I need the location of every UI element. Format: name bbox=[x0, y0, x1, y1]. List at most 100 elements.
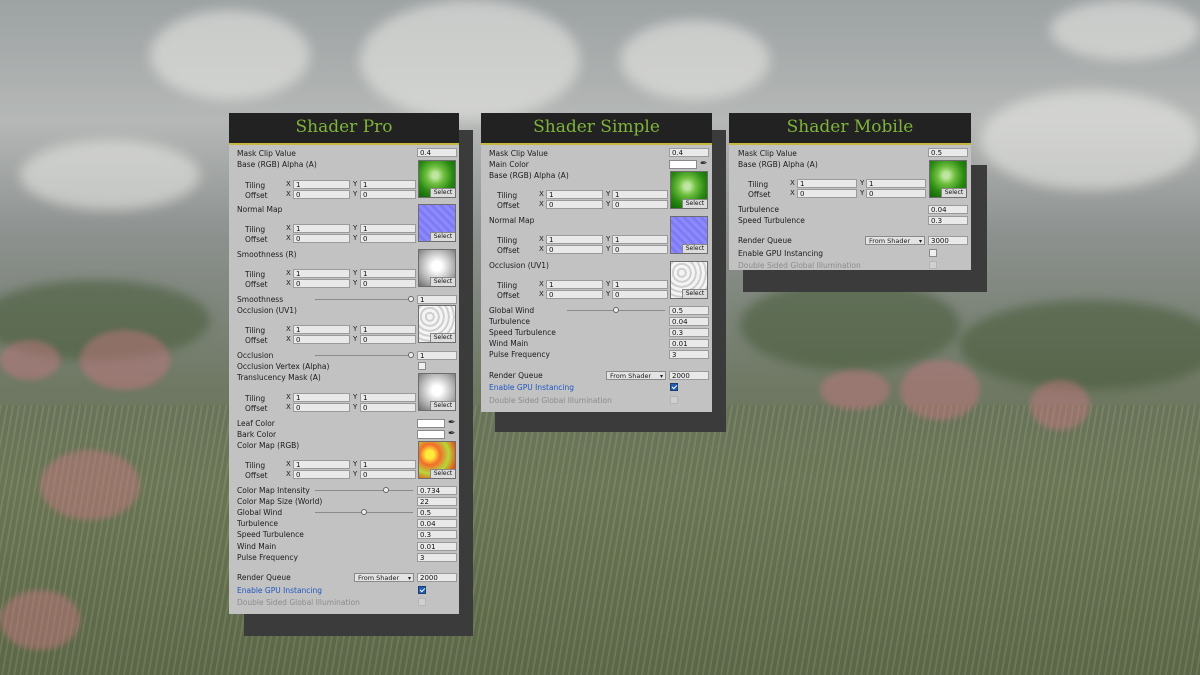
speed-turbulence-field[interactable]: 0.3 bbox=[928, 216, 968, 225]
gpu-instancing-checkbox[interactable] bbox=[670, 383, 678, 391]
occlusion-vertex-checkbox[interactable] bbox=[418, 362, 426, 370]
occ-tiling-y[interactable]: 1 bbox=[360, 325, 416, 334]
occ-offset-y[interactable]: 0 bbox=[360, 335, 416, 344]
smooth-tiling-y[interactable]: 1 bbox=[360, 269, 416, 278]
pulse-frequency-field[interactable]: 3 bbox=[669, 350, 709, 359]
occ-tiling-x[interactable]: 1 bbox=[546, 280, 603, 289]
color-map-slot[interactable]: Select bbox=[418, 441, 456, 479]
select-button[interactable]: Select bbox=[682, 289, 707, 298]
select-button[interactable]: Select bbox=[430, 277, 455, 286]
transl-tiling-y[interactable]: 1 bbox=[360, 393, 416, 402]
smooth-tiling-x[interactable]: 1 bbox=[293, 269, 350, 278]
smoothness-field[interactable]: 1 bbox=[417, 295, 457, 304]
render-queue-field[interactable]: 2000 bbox=[669, 371, 709, 380]
eyedropper-icon[interactable]: ✒ bbox=[448, 419, 456, 428]
select-button[interactable]: Select bbox=[430, 188, 455, 197]
global-wind-knob[interactable] bbox=[613, 307, 619, 313]
speed-turbulence-field[interactable]: 0.3 bbox=[417, 530, 457, 539]
color-map-intensity-track[interactable] bbox=[315, 490, 413, 491]
base-offset-x[interactable]: 0 bbox=[546, 200, 603, 209]
select-button[interactable]: Select bbox=[941, 188, 966, 197]
leaf-color-swatch[interactable] bbox=[417, 419, 445, 428]
mask-clip-field[interactable]: 0.5 bbox=[928, 148, 968, 157]
base-tiling-x[interactable]: 1 bbox=[797, 179, 857, 188]
normal-offset-x[interactable]: 0 bbox=[546, 245, 603, 254]
select-button[interactable]: Select bbox=[682, 199, 707, 208]
transl-tiling-x[interactable]: 1 bbox=[293, 393, 350, 402]
base-offset-y[interactable]: 0 bbox=[866, 189, 926, 198]
global-wind-field[interactable]: 0.5 bbox=[417, 508, 457, 517]
speed-turbulence-field[interactable]: 0.3 bbox=[669, 328, 709, 337]
smoothness-slider-track[interactable] bbox=[315, 299, 413, 300]
eyedropper-icon[interactable]: ✒ bbox=[700, 160, 708, 169]
mask-clip-field[interactable]: 0.4 bbox=[669, 148, 709, 157]
smooth-offset-y[interactable]: 0 bbox=[360, 279, 416, 288]
turbulence-field[interactable]: 0.04 bbox=[669, 317, 709, 326]
base-offset-y[interactable]: 0 bbox=[360, 190, 416, 199]
color-map-intensity-knob[interactable] bbox=[383, 487, 389, 493]
smoothness-texture-slot[interactable]: Select bbox=[418, 249, 456, 287]
turbulence-field[interactable]: 0.04 bbox=[928, 205, 968, 214]
normal-tiling-y[interactable]: 1 bbox=[612, 235, 668, 244]
base-texture-slot[interactable]: Select bbox=[418, 160, 456, 198]
occ-tiling-y[interactable]: 1 bbox=[612, 280, 668, 289]
smoothness-slider-knob[interactable] bbox=[408, 296, 414, 302]
transl-offset-y[interactable]: 0 bbox=[360, 403, 416, 412]
render-queue-dropdown[interactable]: From Shader ▾ bbox=[865, 236, 925, 245]
base-texture-slot[interactable]: Select bbox=[670, 171, 708, 209]
wind-main-field[interactable]: 0.01 bbox=[669, 339, 709, 348]
occ-offset-x[interactable]: 0 bbox=[546, 290, 603, 299]
occlusion-texture-slot[interactable]: Select bbox=[418, 305, 456, 343]
base-tiling-y[interactable]: 1 bbox=[866, 179, 926, 188]
normal-offset-y[interactable]: 0 bbox=[612, 245, 668, 254]
pulse-frequency-field[interactable]: 3 bbox=[417, 553, 457, 562]
render-queue-field[interactable]: 3000 bbox=[928, 236, 968, 245]
smooth-offset-x[interactable]: 0 bbox=[293, 279, 350, 288]
select-button[interactable]: Select bbox=[430, 469, 455, 478]
base-texture-slot[interactable]: Select bbox=[929, 160, 967, 198]
occlusion-slider-knob[interactable] bbox=[408, 352, 414, 358]
base-tiling-y[interactable]: 1 bbox=[612, 190, 668, 199]
base-offset-x[interactable]: 0 bbox=[797, 189, 857, 198]
render-queue-dropdown[interactable]: From Shader ▾ bbox=[354, 573, 414, 582]
base-offset-x[interactable]: 0 bbox=[293, 190, 350, 199]
select-button[interactable]: Select bbox=[430, 333, 455, 342]
render-queue-dropdown[interactable]: From Shader ▾ bbox=[606, 371, 666, 380]
global-wind-field[interactable]: 0.5 bbox=[669, 306, 709, 315]
bark-color-swatch[interactable] bbox=[417, 430, 445, 439]
cmap-tiling-y[interactable]: 1 bbox=[360, 460, 416, 469]
normal-offset-y[interactable]: 0 bbox=[360, 234, 416, 243]
cmap-offset-x[interactable]: 0 bbox=[293, 470, 350, 479]
base-tiling-y[interactable]: 1 bbox=[360, 180, 416, 189]
occ-offset-y[interactable]: 0 bbox=[612, 290, 668, 299]
normal-offset-x[interactable]: 0 bbox=[293, 234, 350, 243]
select-button[interactable]: Select bbox=[430, 401, 455, 410]
normal-tiling-x[interactable]: 1 bbox=[546, 235, 603, 244]
color-map-size-field[interactable]: 22 bbox=[417, 497, 457, 506]
gpu-instancing-checkbox[interactable] bbox=[929, 249, 937, 257]
mask-clip-field[interactable]: 0.4 bbox=[417, 148, 457, 157]
render-queue-field[interactable]: 2000 bbox=[417, 573, 457, 582]
base-tiling-x[interactable]: 1 bbox=[546, 190, 603, 199]
cmap-offset-y[interactable]: 0 bbox=[360, 470, 416, 479]
occlusion-slider-track[interactable] bbox=[315, 355, 413, 356]
normal-tiling-x[interactable]: 1 bbox=[293, 224, 350, 233]
wind-main-field[interactable]: 0.01 bbox=[417, 542, 457, 551]
occ-offset-x[interactable]: 0 bbox=[293, 335, 350, 344]
select-button[interactable]: Select bbox=[430, 232, 455, 241]
select-button[interactable]: Select bbox=[682, 244, 707, 253]
global-wind-knob[interactable] bbox=[361, 509, 367, 515]
base-tiling-x[interactable]: 1 bbox=[293, 180, 350, 189]
eyedropper-icon[interactable]: ✒ bbox=[448, 430, 456, 439]
base-offset-y[interactable]: 0 bbox=[612, 200, 668, 209]
occ-tiling-x[interactable]: 1 bbox=[293, 325, 350, 334]
gpu-instancing-checkbox[interactable] bbox=[418, 586, 426, 594]
occlusion-texture-slot[interactable]: Select bbox=[670, 261, 708, 299]
color-map-intensity-field[interactable]: 0.734 bbox=[417, 486, 457, 495]
normal-map-slot[interactable]: Select bbox=[418, 204, 456, 242]
normal-map-slot[interactable]: Select bbox=[670, 216, 708, 254]
turbulence-field[interactable]: 0.04 bbox=[417, 519, 457, 528]
normal-tiling-y[interactable]: 1 bbox=[360, 224, 416, 233]
main-color-swatch[interactable] bbox=[669, 160, 697, 169]
cmap-tiling-x[interactable]: 1 bbox=[293, 460, 350, 469]
